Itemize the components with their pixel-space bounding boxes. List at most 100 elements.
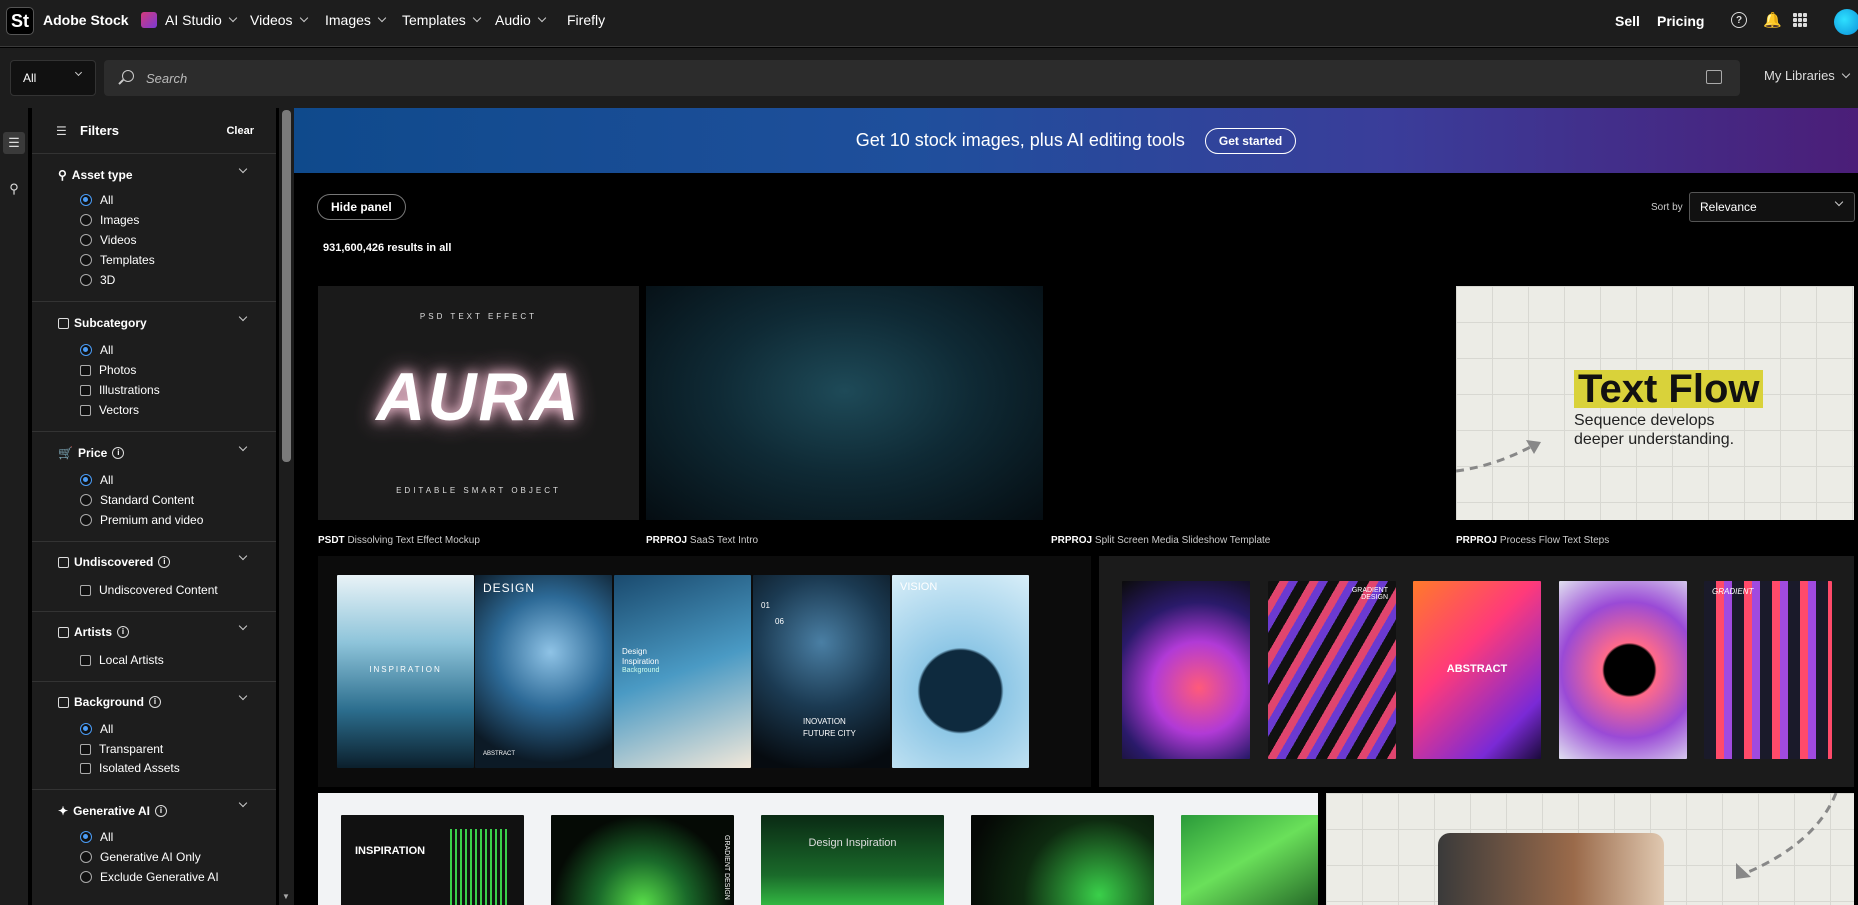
hide-panel-button[interactable]: Hide panel	[317, 194, 406, 220]
nav-images[interactable]: Images	[325, 12, 387, 28]
info-icon[interactable]: i	[154, 805, 167, 817]
filter-title[interactable]: ⚲ Asset type	[58, 168, 133, 182]
nav-audio[interactable]: Audio	[495, 12, 547, 28]
option-all[interactable]: All	[80, 343, 113, 357]
search-input[interactable]	[146, 60, 1646, 96]
apps-grid-icon[interactable]	[1793, 13, 1807, 27]
checkbox[interactable]	[80, 654, 91, 666]
info-icon[interactable]: i	[112, 447, 125, 459]
option-3d[interactable]: 3D	[80, 273, 115, 287]
chevron-down-icon[interactable]	[238, 621, 248, 631]
option-standard-content[interactable]: Standard Content	[80, 493, 194, 507]
option-generative-ai-only[interactable]: Generative AI Only	[80, 850, 201, 864]
scrollbar-thumb[interactable]	[282, 110, 291, 462]
help-icon[interactable]: ?	[1731, 12, 1747, 28]
chevron-down-icon[interactable]	[238, 798, 248, 808]
tile-caption[interactable]: PSDT Dissolving Text Effect Mockup	[318, 535, 480, 546]
option-photos[interactable]: Photos	[80, 363, 136, 377]
radio-selected[interactable]	[80, 831, 92, 843]
visual-search-rail-icon[interactable]: ⚲	[3, 178, 25, 200]
info-icon[interactable]: i	[117, 626, 130, 638]
option-vectors[interactable]: Vectors	[80, 403, 139, 417]
option-isolated-assets[interactable]: Isolated Assets	[80, 761, 180, 775]
radio-selected[interactable]	[80, 194, 92, 206]
info-icon[interactable]: i	[158, 556, 171, 568]
option-all[interactable]: All	[80, 473, 113, 487]
sort-by-label: Sort by	[1651, 202, 1683, 213]
search-scope-select[interactable]: All	[10, 60, 96, 96]
option-all[interactable]: All	[80, 830, 113, 844]
checkbox[interactable]	[80, 743, 91, 755]
chevron-down-icon[interactable]	[238, 312, 248, 322]
result-tile[interactable]: GRADIENT DESIGN ABSTRACT GRADIENT	[1099, 556, 1854, 787]
option-templates[interactable]: Templates	[80, 253, 155, 267]
filter-title[interactable]: 🛒 Price i	[58, 446, 125, 460]
nav-ai-studio[interactable]: AI Studio	[141, 12, 238, 28]
adobe-stock-logo[interactable]: St	[6, 7, 34, 35]
radio-selected[interactable]	[80, 474, 92, 486]
option-premium-video[interactable]: Premium and video	[80, 513, 203, 527]
brand-name[interactable]: Adobe Stock	[43, 12, 129, 28]
option-images[interactable]: Images	[80, 213, 139, 227]
checkbox[interactable]	[80, 584, 91, 596]
option-transparent[interactable]: Transparent	[80, 742, 163, 756]
result-tile[interactable]: PSD TEXT EFFECT AURA EDITABLE SMART OBJE…	[318, 286, 639, 520]
radio[interactable]	[80, 234, 92, 246]
nav-videos[interactable]: Videos	[250, 12, 308, 28]
chevron-down-icon[interactable]	[238, 164, 248, 174]
result-tile[interactable]: Text Flow Sequence develops deeper under…	[1456, 286, 1854, 520]
get-started-button[interactable]: Get started	[1204, 127, 1297, 154]
pricing-link[interactable]: Pricing	[1657, 13, 1704, 29]
filter-title[interactable]: Undiscovered i	[58, 555, 171, 569]
option-illustrations[interactable]: Illustrations	[80, 383, 160, 397]
radio[interactable]	[80, 851, 92, 863]
tile-caption[interactable]: PRPROJ Process Flow Text Steps	[1456, 535, 1609, 546]
radio[interactable]	[80, 214, 92, 226]
tile-caption[interactable]: PRPROJ Split Screen Media Slideshow Temp…	[1051, 535, 1270, 546]
result-tile[interactable]	[1326, 793, 1854, 905]
bell-icon[interactable]: 🔔	[1763, 11, 1782, 29]
option-all[interactable]: All	[80, 722, 113, 736]
avatar[interactable]	[1834, 9, 1858, 35]
radio-selected[interactable]	[80, 344, 92, 356]
checkbox[interactable]	[80, 404, 91, 416]
chevron-down-icon[interactable]	[238, 551, 248, 561]
radio[interactable]	[80, 494, 92, 506]
info-icon[interactable]: i	[149, 696, 162, 708]
filter-title[interactable]: Subcategory	[58, 316, 147, 330]
option-exclude-generative-ai[interactable]: Exclude Generative AI	[80, 870, 219, 884]
option-undiscovered-content[interactable]: Undiscovered Content	[80, 583, 218, 597]
radio-selected[interactable]	[80, 723, 92, 735]
my-libraries-button[interactable]: My Libraries	[1764, 68, 1851, 83]
nav-firefly[interactable]: Firefly	[567, 12, 605, 28]
filter-title[interactable]: ✦ Generative AI i	[58, 804, 167, 818]
chevron-down-icon[interactable]	[238, 442, 248, 452]
radio[interactable]	[80, 871, 92, 883]
result-tile[interactable]: INSPIRATION DESIGN ABSTRACT Design Inspi…	[318, 556, 1091, 787]
nav-templates[interactable]: Templates	[402, 12, 482, 28]
visual-search-icon[interactable]	[1706, 70, 1722, 84]
checkbox[interactable]	[80, 364, 91, 376]
option-all[interactable]: All	[80, 193, 113, 207]
option-videos[interactable]: Videos	[80, 233, 136, 247]
radio[interactable]	[80, 514, 92, 526]
radio[interactable]	[80, 274, 92, 286]
chevron-down-icon[interactable]	[238, 691, 248, 701]
result-tile[interactable]	[1051, 286, 1449, 520]
checkbox[interactable]	[80, 384, 91, 396]
scroll-down-arrow-icon[interactable]: ▼	[282, 892, 290, 901]
checkbox[interactable]	[80, 762, 91, 774]
sell-link[interactable]: Sell	[1615, 13, 1640, 29]
result-tile[interactable]: INSPIRATION GRADIENT DESIGN Design Inspi…	[318, 793, 1318, 905]
sort-select[interactable]: Relevance	[1689, 192, 1855, 222]
filters-scrollbar[interactable]: ▼	[279, 108, 294, 905]
filter-title[interactable]: Background i	[58, 695, 162, 709]
option-label: Illustrations	[99, 383, 160, 397]
tile-caption[interactable]: PRPROJ SaaS Text Intro	[646, 535, 758, 546]
filters-toggle-icon[interactable]: ☰	[3, 132, 25, 154]
filter-title[interactable]: Artists i	[58, 625, 130, 639]
option-local-artists[interactable]: Local Artists	[80, 653, 164, 667]
clear-filters-button[interactable]: Clear	[226, 125, 254, 137]
radio[interactable]	[80, 254, 92, 266]
result-tile[interactable]	[646, 286, 1043, 520]
